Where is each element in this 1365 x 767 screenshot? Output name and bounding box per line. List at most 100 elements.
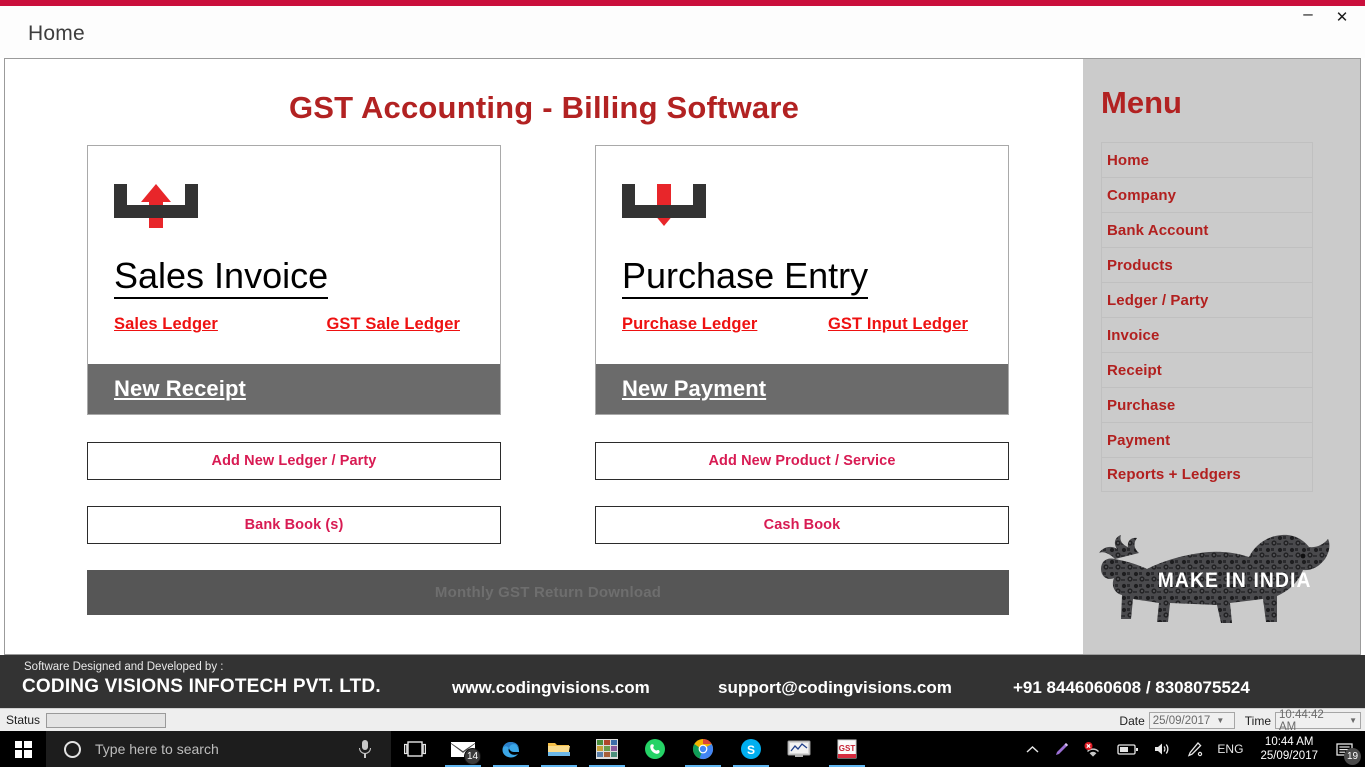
upload-tray-icon — [114, 184, 198, 242]
purchase-ledger-link[interactable]: Purchase Ledger — [622, 315, 757, 334]
microphone-icon[interactable] — [357, 740, 373, 758]
taskbar-icons: 14 S GST — [391, 731, 871, 767]
date-time-group: Date 25/09/2017 ▼ Time 10:44:42 AM ▼ — [1113, 709, 1361, 733]
status-field — [46, 712, 167, 728]
status-bar: Status Date 25/09/2017 ▼ Time 10:44:42 A… — [0, 708, 1365, 733]
time-picker[interactable]: 10:44:42 AM ▼ — [1275, 709, 1361, 733]
language-indicator[interactable]: ENG — [1210, 731, 1250, 767]
clock-time: 10:44 AM — [1264, 735, 1314, 748]
date-value: 25/09/2017 — [1152, 714, 1211, 727]
search-input[interactable]: Type here to search — [46, 731, 391, 767]
photos-icon[interactable] — [583, 731, 631, 767]
sidebar-item-reports-ledgers[interactable]: Reports + Ledgers — [1101, 457, 1313, 492]
time-value: 10:44:42 AM — [1279, 708, 1324, 733]
sales-ledger-link[interactable]: Sales Ledger — [114, 315, 218, 334]
card-links: Sales Ledger GST Sale Ledger — [114, 315, 474, 334]
main-frame: GST Accounting - Billing Software Sales … — [4, 58, 1361, 655]
sidebar-item-home[interactable]: Home — [1101, 142, 1313, 177]
purchase-entry-card[interactable]: Purchase Entry Purchase Ledger GST Input… — [595, 145, 1009, 415]
footer-email[interactable]: support@codingvisions.com — [718, 678, 952, 698]
svg-text:GST: GST — [839, 744, 856, 753]
chrome-icon[interactable] — [679, 731, 727, 767]
cash-book-button[interactable]: Cash Book — [595, 506, 1009, 544]
taskbar: Type here to search 14 S GST ENG 10:44 A… — [0, 731, 1365, 767]
card-links: Purchase Ledger GST Input Ledger — [622, 315, 982, 334]
close-button[interactable]: ✕ — [1327, 6, 1357, 28]
gst-sale-ledger-link[interactable]: GST Sale Ledger — [326, 315, 460, 334]
task-view-icon[interactable] — [391, 731, 439, 767]
sidebar-item-payment[interactable]: Payment — [1101, 422, 1313, 457]
add-new-ledger-party-button[interactable]: Add New Ledger / Party — [87, 442, 501, 480]
search-placeholder: Type here to search — [95, 741, 219, 757]
new-payment-button[interactable]: New Payment — [596, 364, 1008, 414]
volume-icon[interactable] — [1146, 731, 1179, 767]
clock[interactable]: 10:44 AM 25/09/2017 — [1250, 731, 1328, 767]
mail-badge: 14 — [464, 748, 481, 765]
sidebar: Menu Home Company Bank Account Products … — [1083, 59, 1360, 654]
date-picker[interactable]: 25/09/2017 ▼ — [1148, 712, 1235, 729]
sidebar-item-products[interactable]: Products — [1101, 247, 1313, 282]
application-window: Home – ✕ GST Accounting - Billing Softwa… — [0, 0, 1365, 767]
chevron-down-icon: ▼ — [1349, 716, 1357, 725]
footer-company-name: CODING VISIONS INFOTECH PVT. LTD. — [22, 676, 381, 697]
sales-invoice-title[interactable]: Sales Invoice — [114, 255, 329, 300]
edge-icon[interactable] — [487, 731, 535, 767]
windows-logo-icon — [14, 740, 32, 758]
show-hidden-icons-chevron-icon[interactable] — [1019, 731, 1046, 767]
make-in-india-text: MAKE IN INDIA — [1157, 569, 1312, 592]
battery-icon[interactable] — [1110, 731, 1146, 767]
window-controls: – ✕ — [1293, 5, 1357, 28]
whatsapp-icon[interactable] — [631, 731, 679, 767]
footer-bar: Software Designed and Developed by : COD… — [0, 655, 1365, 708]
start-button[interactable] — [0, 731, 46, 767]
sidebar-item-ledger-party[interactable]: Ledger / Party — [1101, 282, 1313, 317]
add-new-product-service-button[interactable]: Add New Product / Service — [595, 442, 1009, 480]
card-body: Sales Invoice Sales Ledger GST Sale Ledg… — [88, 146, 500, 364]
purchase-entry-title[interactable]: Purchase Entry — [622, 255, 869, 300]
new-receipt-label: New Receipt — [114, 376, 246, 401]
sales-invoice-card[interactable]: Sales Invoice Sales Ledger GST Sale Ledg… — [87, 145, 501, 415]
monitor-app-icon[interactable] — [775, 731, 823, 767]
content-panel: GST Accounting - Billing Software Sales … — [5, 59, 1083, 654]
title-accent-strip — [0, 0, 1365, 6]
svg-text:S: S — [747, 743, 755, 757]
onedrive-pen-icon[interactable] — [1046, 731, 1077, 767]
action-center-icon[interactable]: 19 — [1328, 731, 1365, 767]
sidebar-item-invoice[interactable]: Invoice — [1101, 317, 1313, 352]
file-explorer-icon[interactable] — [535, 731, 583, 767]
system-tray: ENG 10:44 AM 25/09/2017 19 — [1019, 731, 1365, 767]
date-label: Date — [1119, 713, 1145, 728]
sidebar-item-company[interactable]: Company — [1101, 177, 1313, 212]
status-label: Status — [6, 713, 41, 727]
footer-phone: +91 8446060608 / 8308075524 — [1013, 678, 1250, 697]
skype-icon[interactable]: S — [727, 731, 775, 767]
monthly-gst-return-download-button[interactable]: Monthly GST Return Download — [87, 570, 1009, 615]
card-body: Purchase Entry Purchase Ledger GST Input… — [596, 146, 1008, 364]
menu-title: Menu — [1101, 85, 1182, 120]
title-bar: Home – ✕ — [0, 0, 1365, 58]
menu-list: Home Company Bank Account Products Ledge… — [1101, 142, 1313, 492]
minimize-button[interactable]: – — [1293, 5, 1323, 28]
download-tray-icon — [622, 184, 706, 242]
window-title: Home — [28, 22, 85, 45]
time-label: Time — [1244, 713, 1271, 728]
pen-workspace-icon[interactable] — [1179, 731, 1210, 767]
footer-credit-label: Software Designed and Developed by : — [24, 661, 224, 673]
make-in-india-logo: MAKE IN INDIA — [1097, 523, 1347, 641]
new-receipt-button[interactable]: New Receipt — [88, 364, 500, 414]
sidebar-item-receipt[interactable]: Receipt — [1101, 352, 1313, 387]
cortana-icon — [64, 740, 81, 758]
sidebar-item-bank-account[interactable]: Bank Account — [1101, 212, 1313, 247]
gst-input-ledger-link[interactable]: GST Input Ledger — [828, 315, 968, 334]
sidebar-item-purchase[interactable]: Purchase — [1101, 387, 1313, 422]
clock-date: 25/09/2017 — [1260, 750, 1318, 762]
gst-app-icon[interactable]: GST — [823, 731, 871, 767]
bank-book-button[interactable]: Bank Book (s) — [87, 506, 501, 544]
footer-website[interactable]: www.codingvisions.com — [452, 678, 650, 698]
new-payment-label: New Payment — [622, 376, 767, 401]
network-disconnected-icon[interactable] — [1077, 731, 1110, 767]
action-center-badge: 19 — [1344, 748, 1361, 765]
mail-icon[interactable]: 14 — [439, 731, 487, 767]
page-title: GST Accounting - Billing Software — [288, 90, 800, 125]
chevron-down-icon: ▼ — [1216, 716, 1225, 725]
